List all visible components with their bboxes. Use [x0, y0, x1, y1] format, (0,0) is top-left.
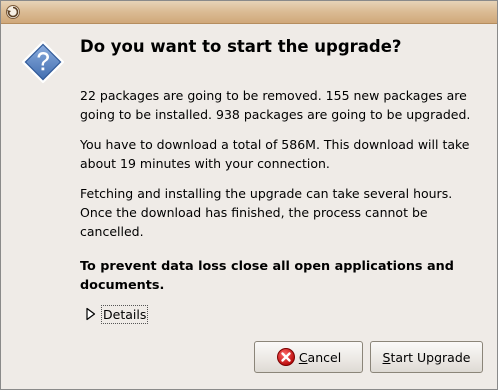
cancel-button[interactable]: Cancel: [254, 341, 363, 373]
ubuntu-update-icon[interactable]: [5, 4, 21, 20]
dialog-heading: Do you want to start the upgrade?: [80, 37, 402, 56]
upgrade-dialog-window: Do you want to start the upgrade? 22 pac…: [0, 0, 498, 390]
start-upgrade-button-label: Start Upgrade: [382, 349, 471, 365]
title-bar[interactable]: [1, 1, 497, 24]
download-summary-text: You have to download a total of 586M. Th…: [80, 137, 470, 171]
start-upgrade-button[interactable]: Start Upgrade: [370, 341, 483, 373]
cancel-button-label: Cancel: [298, 349, 342, 365]
duration-warning-text: Fetching and installing the upgrade can …: [80, 186, 453, 239]
cancel-icon: [276, 348, 295, 366]
data-loss-warning-text: To prevent data loss close all open appl…: [80, 259, 454, 293]
expander-triangle-icon[interactable]: [85, 307, 97, 321]
question-icon: [21, 40, 65, 84]
details-expander[interactable]: Details: [85, 304, 149, 324]
details-label[interactable]: Details: [101, 304, 149, 324]
packages-summary-text: 22 packages are going to be removed. 155…: [80, 88, 471, 122]
